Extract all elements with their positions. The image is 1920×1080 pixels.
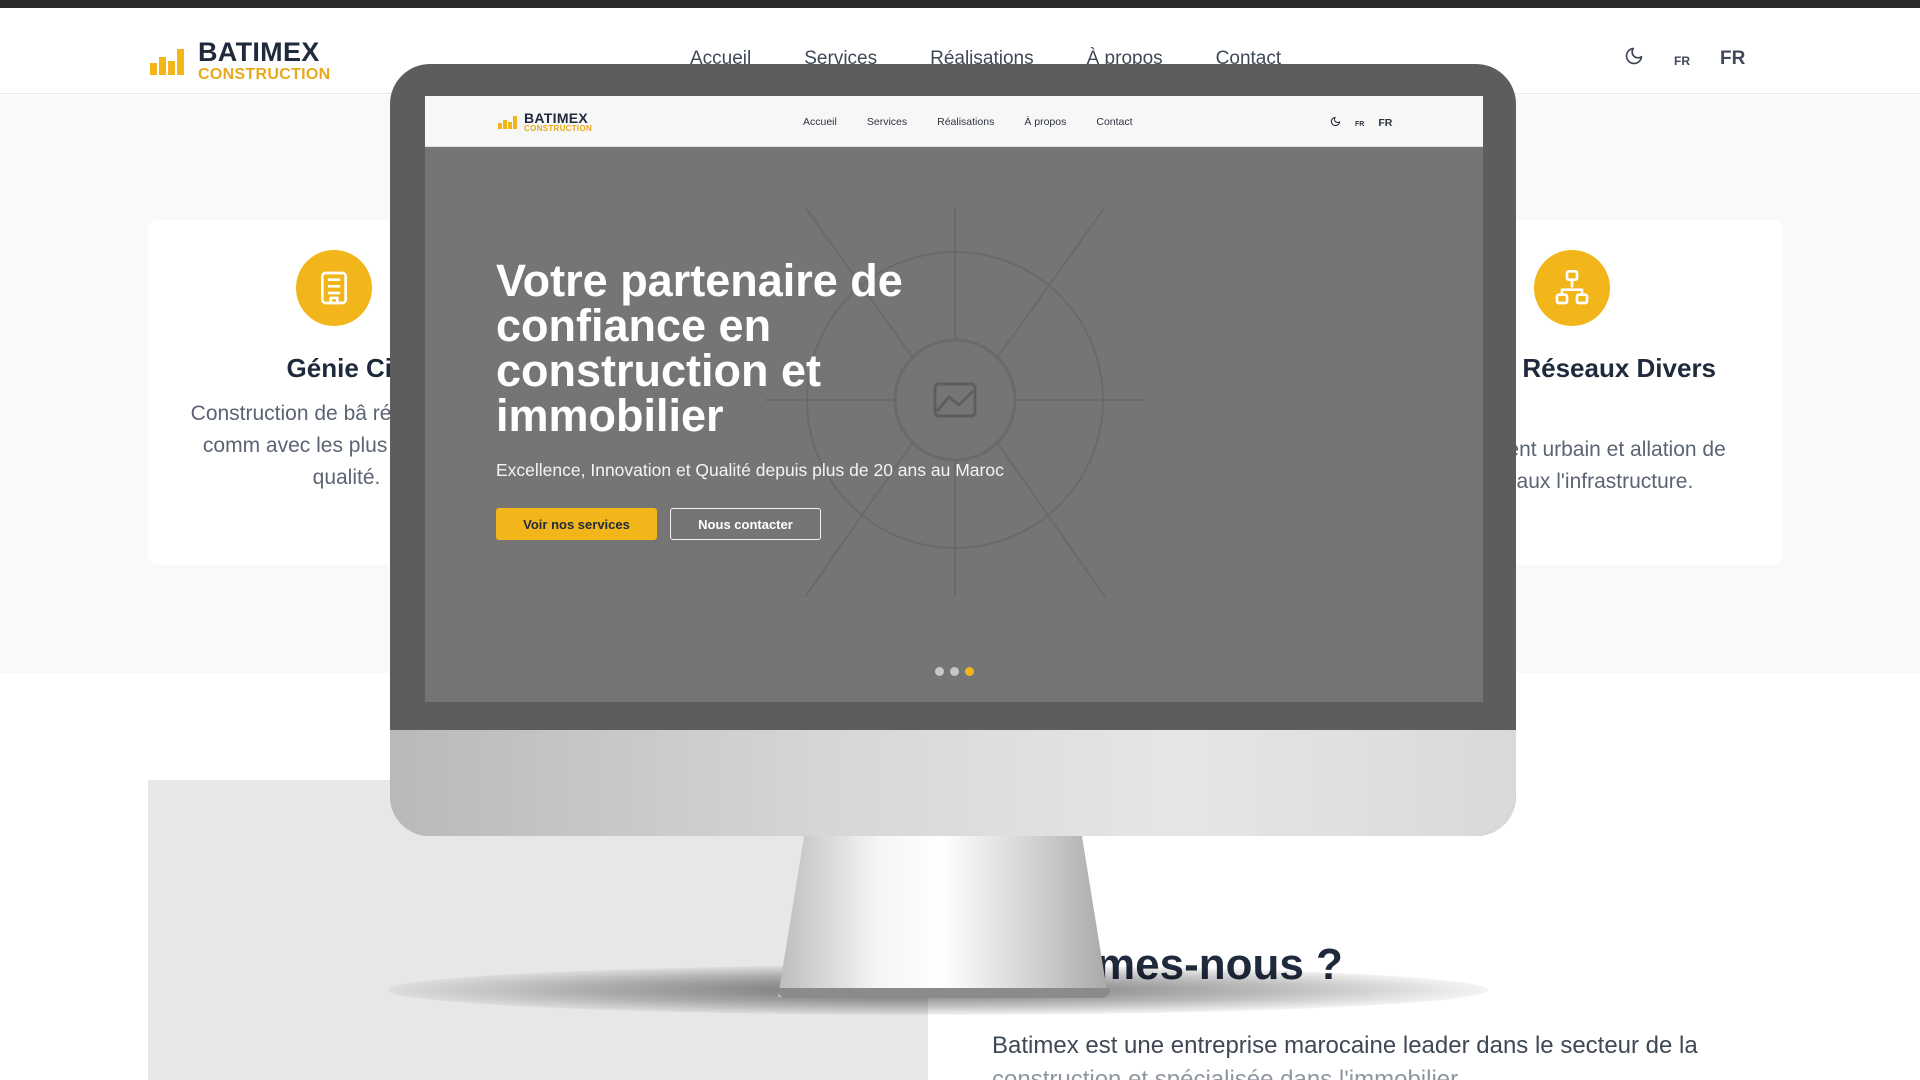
monitor-stand — [778, 834, 1108, 997]
nav-accueil[interactable]: Accueil — [803, 116, 837, 128]
nav-a-propos[interactable]: À propos — [1024, 116, 1066, 128]
hero-title: Votre partenaire de confiance en constru… — [496, 255, 903, 441]
moon-icon[interactable] — [1624, 46, 1644, 71]
monitor-stand-base — [778, 988, 1110, 998]
language-flag-label[interactable]: FR — [1674, 54, 1690, 68]
hero-subtitle: Excellence, Innovation et Qualité depuis… — [496, 460, 1004, 480]
monitor-frame: BATIMEX CONSTRUCTION Accueil Services Ré… — [390, 64, 1516, 836]
logo-tagline: CONSTRUCTION — [198, 66, 331, 83]
logo-brand: BATIMEX — [198, 37, 320, 67]
carousel-dot-2[interactable] — [950, 667, 959, 676]
language-selector[interactable]: FR — [1378, 117, 1392, 129]
top-bar — [0, 0, 1920, 8]
contact-us-button[interactable]: Nous contacter — [670, 508, 821, 540]
view-services-button[interactable]: Voir nos services — [496, 508, 657, 540]
screen-logo[interactable]: BATIMEX CONSTRUCTION — [498, 111, 592, 133]
logo-bars-icon — [498, 115, 518, 129]
nav-realisations[interactable]: Réalisations — [937, 116, 994, 128]
network-icon — [1534, 250, 1610, 326]
carousel-dot-3[interactable] — [965, 667, 974, 676]
nav-contact[interactable]: Contact — [1096, 116, 1132, 128]
carousel-dots — [935, 667, 974, 676]
language-flag-label[interactable]: FR — [1355, 121, 1364, 128]
carousel-dot-1[interactable] — [935, 667, 944, 676]
monitor-screen: BATIMEX CONSTRUCTION Accueil Services Ré… — [425, 96, 1483, 702]
about-text-line-2: construction et spécialisée dans l'immob… — [992, 1066, 1459, 1080]
header-actions: FR FR — [1624, 46, 1745, 71]
logo-brand: BATIMEX — [524, 110, 589, 126]
building-icon — [296, 250, 372, 326]
logo-bars-icon — [150, 47, 186, 75]
nav-services[interactable]: Services — [867, 116, 907, 128]
screen-nav: Accueil Services Réalisations À propos C… — [803, 116, 1133, 128]
moon-icon[interactable] — [1330, 114, 1341, 132]
screen-header-actions: FR FR — [1330, 114, 1392, 132]
language-selector[interactable]: FR — [1720, 48, 1745, 70]
about-text: Batimex est une entreprise marocaine lea… — [992, 1032, 1698, 1059]
logo-tagline: CONSTRUCTION — [524, 124, 593, 133]
screen-header: BATIMEX CONSTRUCTION Accueil Services Ré… — [425, 96, 1483, 147]
site-logo[interactable]: BATIMEX CONSTRUCTION — [150, 38, 330, 83]
monitor-chin — [390, 730, 1516, 836]
